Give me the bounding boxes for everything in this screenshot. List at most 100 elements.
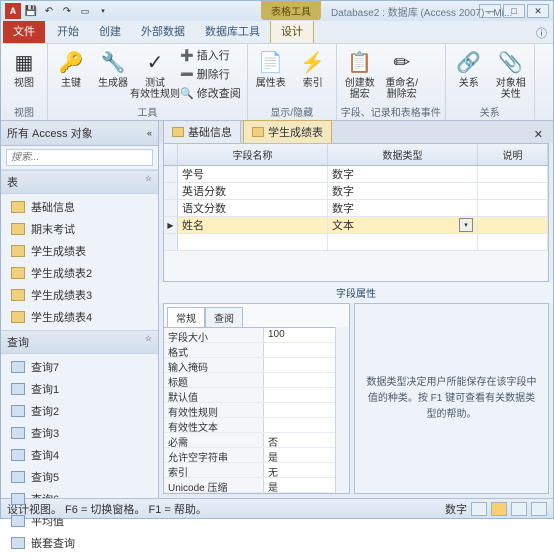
view-other-button[interactable]	[531, 502, 547, 516]
redo-icon[interactable]: ↷	[59, 3, 75, 19]
view-design-button[interactable]	[491, 502, 507, 516]
test-rules-button[interactable]: ✓测试 有效性规则	[136, 46, 174, 102]
property-row[interactable]: 默认值	[164, 388, 335, 403]
nav-table-item[interactable]: 学生成绩表2	[1, 262, 158, 284]
property-row[interactable]: 标题	[164, 373, 335, 388]
prop-value[interactable]: 否	[264, 433, 335, 447]
doc-tab-basicinfo[interactable]: 基础信息	[163, 120, 241, 143]
prop-value[interactable]	[264, 358, 335, 372]
prop-value[interactable]: 无	[264, 463, 335, 477]
type-cell[interactable]: 数字	[328, 200, 478, 216]
indexes-button[interactable]: ⚡索引	[294, 46, 332, 91]
property-row[interactable]: 必需否	[164, 433, 335, 448]
col-datatype[interactable]: 数据类型	[328, 144, 478, 165]
row-selector[interactable]	[164, 166, 178, 182]
tab-general[interactable]: 常规	[167, 307, 205, 328]
row-selector-header[interactable]	[164, 144, 178, 165]
nav-query-item[interactable]: 查询4	[1, 444, 158, 466]
view-button[interactable]: ▦视图	[5, 46, 43, 91]
desc-cell[interactable]	[478, 217, 548, 233]
rename-macro-button[interactable]: ✏重命名/ 删除宏	[383, 46, 421, 102]
col-description[interactable]: 说明	[478, 144, 548, 165]
view-datasheet-button[interactable]	[471, 502, 487, 516]
nav-table-item[interactable]: 学生成绩表	[1, 240, 158, 262]
undo-icon[interactable]: ↶	[41, 3, 57, 19]
delete-row-button[interactable]: ➖删除行	[178, 65, 243, 83]
field-cell[interactable]: 姓名	[178, 217, 328, 233]
prop-value[interactable]	[264, 418, 335, 432]
property-row[interactable]: 有效性文本	[164, 418, 335, 433]
desc-cell[interactable]	[478, 234, 548, 250]
row-selector[interactable]	[164, 234, 178, 250]
type-cell[interactable]: 数字	[328, 183, 478, 199]
tab-lookup[interactable]: 查阅	[205, 307, 243, 328]
nav-query-item[interactable]: 嵌套查询	[1, 532, 158, 554]
row-selector[interactable]: ▶	[164, 217, 178, 233]
row-selector[interactable]	[164, 200, 178, 216]
desc-cell[interactable]	[478, 183, 548, 199]
nav-query-item[interactable]: 查询2	[1, 400, 158, 422]
scrollbar[interactable]	[335, 327, 349, 493]
desc-cell[interactable]	[478, 200, 548, 216]
nav-table-item[interactable]: 学生成绩表4	[1, 306, 158, 328]
nav-table-item[interactable]: 学生成绩表3	[1, 284, 158, 306]
close-doc-button[interactable]: ✕	[528, 126, 549, 143]
prop-value[interactable]	[264, 403, 335, 417]
field-cell[interactable]	[178, 234, 328, 250]
property-row[interactable]: 输入掩码	[164, 358, 335, 373]
tab-dbtools[interactable]: 数据库工具	[195, 19, 270, 43]
nav-query-item[interactable]: 查询1	[1, 378, 158, 400]
property-row[interactable]: 格式	[164, 343, 335, 358]
nav-query-item[interactable]: 查询7	[1, 356, 158, 378]
modify-lookup-button[interactable]: 🔍修改查阅	[178, 84, 243, 102]
category-tables[interactable]: 表☆	[1, 170, 158, 194]
property-row[interactable]: Unicode 压缩是	[164, 478, 335, 493]
tab-external[interactable]: 外部数据	[131, 19, 195, 43]
field-cell[interactable]: 英语分数	[178, 183, 328, 199]
field-cell[interactable]: 语文分数	[178, 200, 328, 216]
search-input[interactable]	[6, 149, 153, 166]
tab-home[interactable]: 开始	[47, 19, 89, 43]
doc-tab-scores[interactable]: 学生成绩表	[243, 120, 332, 143]
qat-dropdown-icon[interactable]: ▾	[95, 3, 111, 19]
prop-value[interactable]	[264, 373, 335, 387]
property-row[interactable]: 允许空字符串是	[164, 448, 335, 463]
property-row[interactable]: 有效性规则	[164, 403, 335, 418]
primary-key-button[interactable]: 🔑主键	[52, 46, 90, 91]
property-row[interactable]: 索引无	[164, 463, 335, 478]
dropdown-icon[interactable]: ▾	[459, 218, 473, 232]
col-fieldname[interactable]: 字段名称	[178, 144, 328, 165]
category-queries[interactable]: 查询☆	[1, 330, 158, 354]
builder-button[interactable]: 🔧生成器	[94, 46, 132, 91]
prop-value[interactable]	[264, 388, 335, 402]
nav-table-item[interactable]: 期末考试	[1, 218, 158, 240]
create-macro-button[interactable]: 📋创建数据宏	[341, 46, 379, 102]
nav-table-item[interactable]: 基础信息	[1, 196, 158, 218]
navpane-header[interactable]: 所有 Access 对象 «	[1, 121, 158, 146]
save-icon[interactable]: 💾	[23, 3, 39, 19]
desc-cell[interactable]	[478, 166, 548, 182]
help-icon[interactable]: ⓘ	[530, 23, 553, 43]
nav-query-item[interactable]: 查询5	[1, 466, 158, 488]
chevron-left-icon[interactable]: «	[147, 128, 152, 138]
relationships-button[interactable]: 🔗关系	[450, 46, 488, 91]
tab-file[interactable]: 文件	[3, 19, 45, 43]
tab-design[interactable]: 设计	[270, 18, 314, 43]
type-cell[interactable]: 数字	[328, 166, 478, 182]
property-sheet-button[interactable]: 📄属性表	[252, 46, 290, 91]
type-cell[interactable]: 文本▾	[328, 217, 478, 233]
nav-query-item[interactable]: 查询3	[1, 422, 158, 444]
prop-value[interactable]: 是	[264, 478, 335, 492]
row-selector[interactable]	[164, 183, 178, 199]
prop-value[interactable]: 100	[264, 328, 335, 342]
field-cell[interactable]: 学号	[178, 166, 328, 182]
dependencies-button[interactable]: 📎对象相关性	[492, 46, 530, 102]
type-cell[interactable]	[328, 234, 478, 250]
property-row[interactable]: 字段大小100	[164, 328, 335, 343]
insert-row-button[interactable]: ➕插入行	[178, 46, 243, 64]
close-button[interactable]: ✕	[527, 4, 549, 18]
tab-create[interactable]: 创建	[89, 19, 131, 43]
qat-item-icon[interactable]: ▭	[77, 3, 93, 19]
prop-value[interactable]	[264, 343, 335, 357]
prop-value[interactable]: 是	[264, 448, 335, 462]
